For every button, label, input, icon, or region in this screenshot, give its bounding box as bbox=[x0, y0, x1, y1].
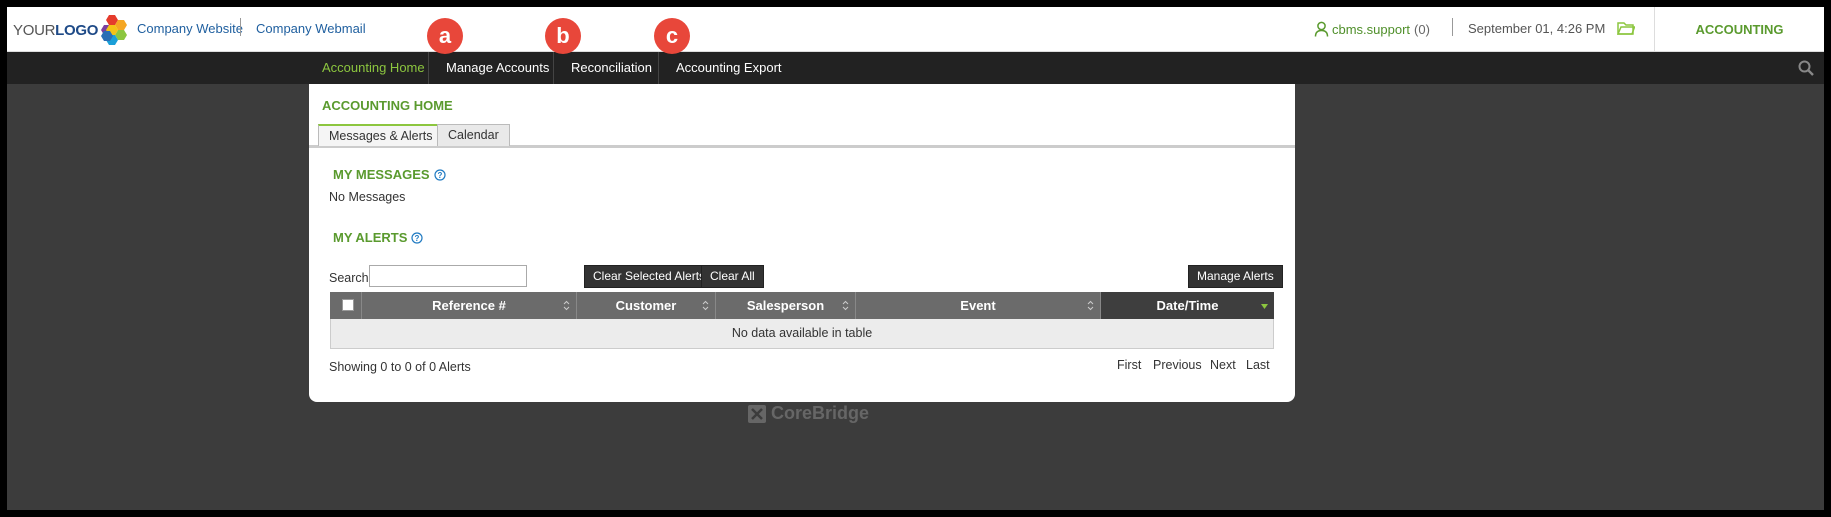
help-icon[interactable]: ? bbox=[411, 231, 424, 244]
sort-icon bbox=[842, 300, 849, 311]
main-nav: Accounting Home Manage Accounts Reconcil… bbox=[7, 52, 1824, 84]
nav-accounting-export[interactable]: Accounting Export bbox=[676, 52, 782, 84]
column-reference[interactable]: Reference # bbox=[362, 292, 577, 319]
page-title: ACCOUNTING HOME bbox=[322, 98, 453, 113]
tab-messages-alerts[interactable]: Messages & Alerts bbox=[318, 124, 444, 146]
company-webmail-link[interactable]: Company Webmail bbox=[256, 21, 366, 36]
module-switcher-accounting[interactable]: ACCOUNTING bbox=[1654, 7, 1824, 52]
pager-previous[interactable]: Previous bbox=[1153, 358, 1202, 372]
sort-desc-icon bbox=[1261, 304, 1268, 309]
pager-next[interactable]: Next bbox=[1210, 358, 1236, 372]
my-messages-heading: MY MESSAGES ? bbox=[333, 167, 446, 182]
user-menu[interactable]: cbms.support (0) bbox=[1314, 21, 1430, 37]
column-salesperson-label: Salesperson bbox=[746, 298, 825, 313]
manage-alerts-button[interactable]: Manage Alerts bbox=[1188, 265, 1283, 288]
sort-icon bbox=[563, 300, 570, 311]
nav-divider bbox=[428, 52, 429, 84]
app-frame: YOURLOGO Company Website Company Webmail… bbox=[7, 7, 1824, 510]
sort-icon bbox=[702, 300, 709, 311]
corebridge-icon bbox=[748, 404, 766, 423]
nav-accounting-home[interactable]: Accounting Home bbox=[322, 52, 425, 84]
pager-last[interactable]: Last bbox=[1246, 358, 1270, 372]
user-icon bbox=[1314, 21, 1329, 37]
nav-divider bbox=[553, 52, 554, 84]
nav-manage-accounts[interactable]: Manage Accounts bbox=[446, 52, 549, 84]
tab-bar: Messages & Alerts Calendar bbox=[309, 124, 1295, 148]
no-messages-text: No Messages bbox=[329, 190, 406, 204]
help-icon[interactable]: ? bbox=[433, 168, 446, 181]
header-divider bbox=[240, 18, 241, 36]
column-event-label: Event bbox=[960, 298, 996, 313]
sort-icon bbox=[1087, 300, 1094, 311]
annotation-badge-c: c bbox=[654, 18, 690, 54]
column-reference-label: Reference # bbox=[432, 298, 506, 313]
search-icon[interactable] bbox=[1798, 60, 1814, 76]
my-messages-label: MY MESSAGES bbox=[333, 167, 430, 182]
pager-first[interactable]: First bbox=[1117, 358, 1141, 372]
svg-text:?: ? bbox=[415, 234, 420, 243]
user-name: cbms.support bbox=[1332, 21, 1411, 37]
column-customer-label: Customer bbox=[615, 298, 677, 313]
tab-calendar[interactable]: Calendar bbox=[437, 124, 510, 146]
column-event[interactable]: Event bbox=[856, 292, 1101, 319]
logo-hexagons-icon bbox=[101, 15, 128, 45]
corebridge-footer-logo: CoreBridge bbox=[747, 403, 869, 424]
annotation-badge-b: b bbox=[545, 18, 581, 54]
corebridge-brand-text: CoreBridge bbox=[771, 403, 870, 423]
user-notification-count: (0) bbox=[1414, 21, 1430, 37]
nav-reconciliation[interactable]: Reconciliation bbox=[571, 52, 652, 84]
svg-text:?: ? bbox=[437, 171, 442, 180]
header-divider bbox=[1452, 18, 1453, 36]
clear-selected-alerts-button[interactable]: Clear Selected Alerts bbox=[584, 265, 715, 288]
main-panel: ACCOUNTING HOME Messages & Alerts Calend… bbox=[309, 84, 1295, 402]
alerts-search-label: Search: bbox=[329, 271, 373, 285]
my-alerts-heading: MY ALERTS ? bbox=[333, 230, 424, 245]
current-datetime: September 01, 4:26 PM bbox=[1468, 21, 1606, 36]
column-customer[interactable]: Customer bbox=[577, 292, 716, 319]
folder-icon[interactable] bbox=[1617, 21, 1635, 36]
alerts-table-header: Reference # Customer Salesperson Event D… bbox=[330, 292, 1274, 319]
clear-all-button[interactable]: Clear All bbox=[701, 265, 764, 288]
select-all-checkbox[interactable] bbox=[342, 299, 354, 311]
column-datetime[interactable]: Date/Time bbox=[1101, 292, 1274, 319]
alerts-table-empty-row: No data available in table bbox=[330, 319, 1274, 349]
company-logo[interactable]: YOURLOGO bbox=[13, 15, 130, 45]
alerts-search-input[interactable] bbox=[369, 265, 527, 287]
my-alerts-label: MY ALERTS bbox=[333, 230, 408, 245]
annotation-badge-a: a bbox=[427, 18, 463, 54]
company-website-link[interactable]: Company Website bbox=[137, 21, 243, 36]
select-all-column bbox=[330, 292, 362, 319]
column-salesperson[interactable]: Salesperson bbox=[716, 292, 856, 319]
logo-text: YOURLOGO bbox=[13, 21, 99, 39]
alerts-showing-count: Showing 0 to 0 of 0 Alerts bbox=[329, 360, 471, 374]
column-datetime-label: Date/Time bbox=[1156, 298, 1219, 313]
nav-divider bbox=[658, 52, 659, 84]
top-header: YOURLOGO Company Website Company Webmail… bbox=[7, 7, 1824, 52]
